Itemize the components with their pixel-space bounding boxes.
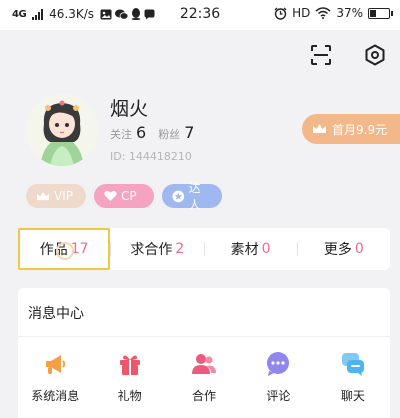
- comment-icon: [264, 350, 292, 378]
- hd-label: HD: [292, 6, 311, 20]
- badge-vip[interactable]: VIP: [26, 184, 86, 208]
- content-tabs: 作品 17 求合作 2 素材 0 更多 0: [18, 228, 390, 270]
- badge-cp[interactable]: CP: [94, 184, 154, 208]
- follow-stats: 关注 6 粉丝 7: [110, 123, 202, 142]
- badge-label: VIP: [54, 189, 73, 203]
- badge-row: VIP CP 达人: [26, 181, 222, 212]
- badge-expert[interactable]: 达人: [162, 181, 222, 212]
- tab-label: 求合作: [130, 242, 173, 258]
- tab-materials[interactable]: 素材 0: [205, 228, 297, 270]
- tab-count: 0: [261, 241, 271, 257]
- status-right: HD 37%: [274, 6, 393, 20]
- settings-button[interactable]: [362, 42, 388, 68]
- avatar-illustration: [26, 94, 98, 166]
- message-item-label: 聊天: [340, 389, 365, 403]
- avatar[interactable]: [26, 94, 98, 166]
- megaphone-icon: [41, 350, 69, 378]
- tab-count: 2: [175, 241, 185, 257]
- heart-icon: [104, 190, 117, 201]
- message-item-label: 礼物: [117, 389, 142, 403]
- following-count[interactable]: 6: [136, 123, 146, 142]
- tab-count: 0: [354, 241, 364, 257]
- scan-icon: [311, 45, 331, 65]
- status-bar: 4G 46.3K/s 22:36 HD 37%: [0, 0, 400, 30]
- message-center-title: 消息中心: [28, 306, 84, 322]
- people-icon: [190, 350, 218, 378]
- message-item-system[interactable]: 系统消息: [18, 350, 92, 404]
- message-items: 系统消息 礼物 合作 评论 聊天: [18, 350, 390, 404]
- battery-fill: [370, 9, 377, 17]
- profile-page: 烟火 关注 6 粉丝 7 ID: 144418210 首月9.9元 VIP CP…: [0, 30, 400, 418]
- message-item-collab[interactable]: 合作: [167, 350, 241, 404]
- message-item-label: 评论: [266, 389, 291, 403]
- following-label: 关注: [110, 128, 132, 141]
- alarm-icon: [274, 7, 287, 20]
- message-item-label: 合作: [192, 389, 217, 403]
- message-item-gift[interactable]: 礼物: [92, 350, 166, 404]
- tab-label: 素材: [230, 242, 259, 258]
- user-id: ID: 144418210: [110, 150, 192, 163]
- username: 烟火: [110, 98, 149, 120]
- star-icon: [172, 190, 185, 202]
- gift-icon: [116, 350, 144, 378]
- scan-button[interactable]: [308, 42, 334, 68]
- touch-ripple: [56, 242, 74, 260]
- chat-icon: [339, 350, 367, 378]
- message-item-label: 系统消息: [31, 389, 80, 403]
- fans-count[interactable]: 7: [184, 123, 194, 142]
- tab-more[interactable]: 更多 0: [298, 228, 390, 270]
- wifi-icon: [315, 7, 331, 19]
- settings-icon: [365, 44, 385, 66]
- tab-collab-request[interactable]: 求合作 2: [111, 228, 203, 270]
- divider: [18, 336, 390, 337]
- tab-works[interactable]: 作品 17: [18, 228, 111, 270]
- message-item-comment[interactable]: 评论: [241, 350, 315, 404]
- message-item-chat[interactable]: 聊天: [316, 350, 390, 404]
- top-actions: [308, 42, 388, 68]
- badge-label: CP: [121, 189, 137, 203]
- fans-label: 粉丝: [158, 128, 181, 141]
- crown-icon: [37, 191, 49, 200]
- vip-promo-label: 首月9.9元: [332, 122, 388, 137]
- badge-label: 达人: [188, 181, 201, 212]
- tab-label: 更多: [323, 242, 352, 258]
- message-center: 消息中心 系统消息 礼物 合作 评论 聊天: [18, 288, 390, 418]
- crown-icon: [313, 124, 326, 133]
- battery-icon: [368, 7, 393, 19]
- vip-promo-button[interactable]: 首月9.9元: [302, 114, 400, 144]
- battery-percent: 37%: [336, 6, 363, 20]
